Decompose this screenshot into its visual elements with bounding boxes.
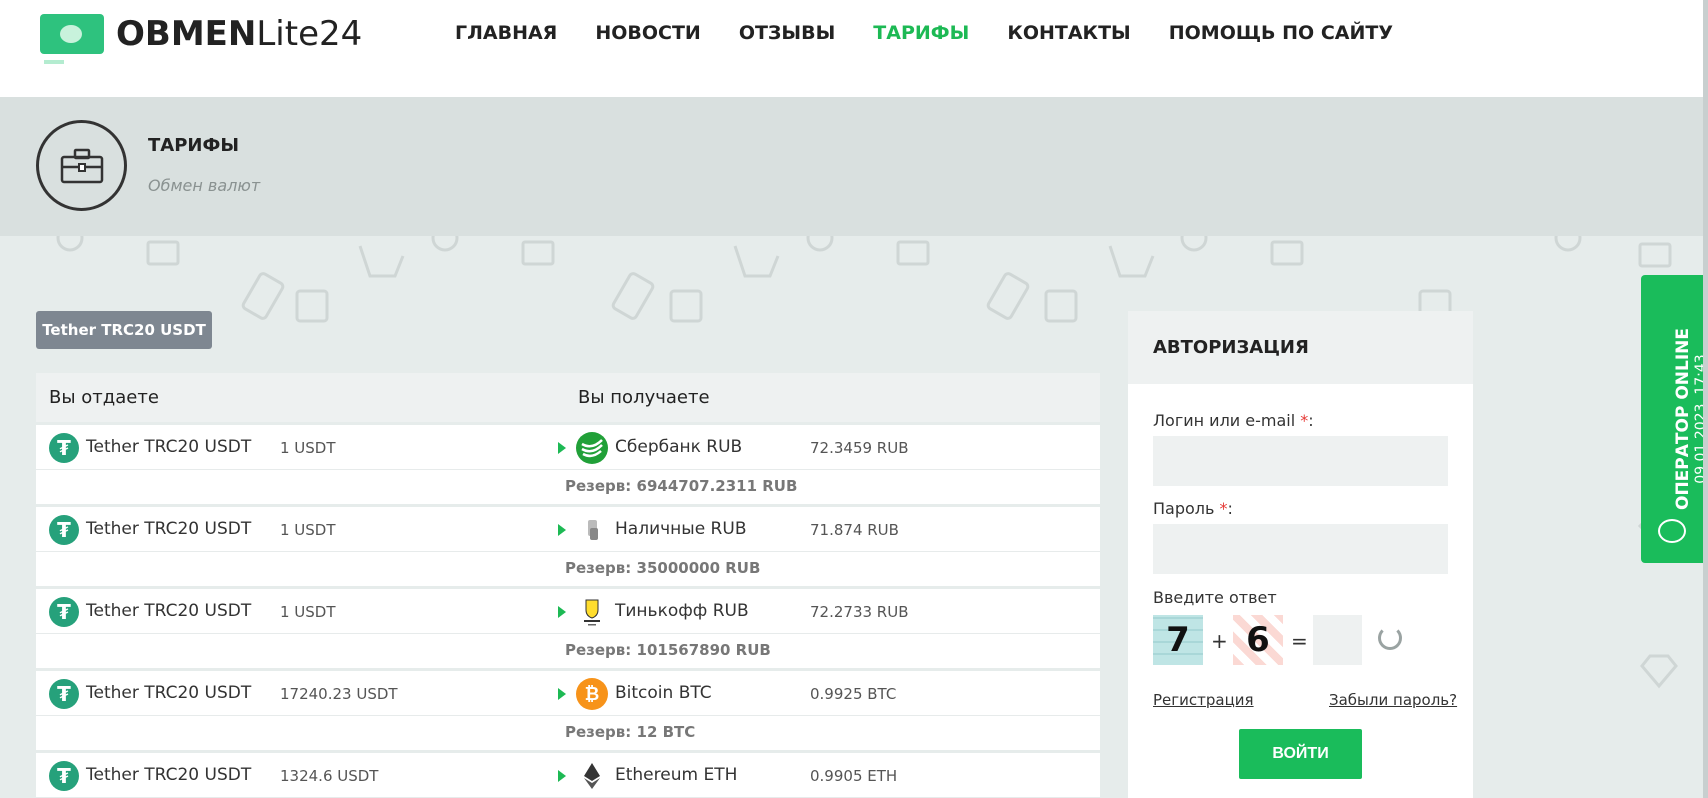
captcha-plus: +: [1211, 629, 1228, 653]
operator-online-tab[interactable]: ОПЕРАТОР ONLINE 09.01.2023, 17:43: [1641, 275, 1708, 563]
captcha-digit-b: 6: [1233, 615, 1283, 665]
auth-header: АВТОРИЗАЦИЯ: [1128, 311, 1473, 384]
login-field[interactable]: [1153, 436, 1448, 486]
table-row[interactable]: ₮ Tether TRC20 USDT 1 USDT Наличные RUB …: [36, 507, 1100, 586]
to-currency: Наличные RUB: [615, 519, 747, 539]
captcha-label: Введите ответ: [1153, 588, 1277, 607]
nav-help[interactable]: ПОМОЩЬ ПО САЙТУ: [1169, 22, 1393, 44]
to-amount: 71.874 RUB: [810, 521, 899, 539]
from-amount: 1324.6 USDT: [280, 767, 379, 785]
col-give-header: Вы отдаете: [49, 387, 159, 408]
operator-label: ОПЕРАТОР ONLINE: [1673, 327, 1693, 511]
table-row[interactable]: ₮ Tether TRC20 USDT 17240.23 USDT ₿ Bitc…: [36, 671, 1100, 750]
arrow-right-icon: [558, 524, 566, 536]
login-label: Логин или e-mail *:: [1153, 411, 1314, 430]
password-label: Пароль *:: [1153, 499, 1233, 518]
table-row[interactable]: ₮ Tether TRC20 USDT 1324.6 USDT Ethereum…: [36, 753, 1100, 798]
from-currency: Tether TRC20 USDT: [86, 683, 252, 703]
to-currency: Ethereum ETH: [615, 765, 738, 785]
main-nav: ГЛАВНАЯ НОВОСТИ ОТЗЫВЫ ТАРИФЫ КОНТАКТЫ П…: [455, 22, 1393, 44]
table-header: Вы отдаете Вы получаете: [36, 373, 1100, 422]
to-currency: Bitcoin BTC: [615, 683, 712, 703]
auth-panel: АВТОРИЗАЦИЯ Логин или e-mail *: Пароль *…: [1128, 311, 1473, 798]
to-currency: Сбербанк RUB: [615, 437, 743, 457]
logo-icon: [40, 14, 104, 64]
arrow-right-icon: [558, 606, 566, 618]
logo[interactable]: OBMENLite24: [40, 14, 363, 64]
to-amount: 72.3459 RUB: [810, 439, 909, 457]
row-main: ₮ Tether TRC20 USDT 1 USDT Сбербанк RUB …: [36, 425, 1100, 470]
from-currency: Tether TRC20 USDT: [86, 437, 252, 457]
col-receive-header: Вы получаете: [578, 387, 710, 408]
row-main: ₮ Tether TRC20 USDT 1 USDT Тинькофф RUB …: [36, 589, 1100, 634]
from-amount: 1 USDT: [280, 521, 336, 539]
cash-icon: [576, 514, 608, 546]
sberbank-icon: [576, 432, 608, 464]
password-field[interactable]: [1153, 524, 1448, 574]
ethereum-icon: [576, 760, 608, 792]
reserve: Резерв: 12 BTC: [565, 723, 696, 741]
arrow-right-icon: [558, 442, 566, 454]
captcha-answer-input[interactable]: [1313, 615, 1362, 665]
nav-news[interactable]: НОВОСТИ: [595, 22, 701, 44]
table-row[interactable]: ₮ Tether TRC20 USDT 1 USDT Тинькофф RUB …: [36, 589, 1100, 668]
nav-contacts[interactable]: КОНТАКТЫ: [1007, 22, 1130, 44]
captcha-equals: =: [1291, 629, 1308, 653]
forgot-password-link[interactable]: Забыли пароль?: [1329, 691, 1457, 709]
bitcoin-icon: ₿: [576, 678, 608, 710]
nav-home[interactable]: ГЛАВНАЯ: [455, 22, 557, 44]
nav-reviews[interactable]: ОТЗЫВЫ: [739, 22, 835, 44]
to-currency: Тинькофф RUB: [615, 601, 749, 621]
briefcase-icon: [36, 120, 127, 211]
from-amount: 17240.23 USDT: [280, 685, 398, 703]
from-currency: Tether TRC20 USDT: [86, 519, 252, 539]
currency-filter-tag[interactable]: Tether TRC20 USDT: [36, 311, 212, 349]
reserve: Резерв: 101567890 RUB: [565, 641, 771, 659]
site-header: OBMENLite24 ГЛАВНАЯ НОВОСТИ ОТЗЫВЫ ТАРИФ…: [0, 0, 1708, 97]
to-amount: 0.9925 BTC: [810, 685, 897, 703]
tariffs-table: Вы отдаете Вы получаете ₮ Tether TRC20 U…: [36, 373, 1100, 798]
captcha-digit-a: 7: [1153, 615, 1203, 665]
from-amount: 1 USDT: [280, 439, 336, 457]
tether-icon: ₮: [49, 679, 79, 709]
tinkoff-icon: [576, 596, 608, 628]
chat-bubble-icon: [1658, 519, 1686, 543]
from-amount: 1 USDT: [280, 603, 336, 621]
tether-icon: ₮: [49, 761, 79, 791]
arrow-right-icon: [558, 688, 566, 700]
page-title: ТАРИФЫ: [148, 135, 239, 156]
register-link[interactable]: Регистрация: [1153, 691, 1254, 709]
reserve: Резерв: 35000000 RUB: [565, 559, 761, 577]
page-scrollbar[interactable]: [1703, 0, 1708, 798]
page-subtitle: Обмен валют: [148, 176, 261, 195]
to-amount: 72.2733 RUB: [810, 603, 909, 621]
nav-tariffs[interactable]: ТАРИФЫ: [873, 22, 969, 44]
tether-icon: ₮: [49, 433, 79, 463]
auth-title: АВТОРИЗАЦИЯ: [1153, 337, 1309, 358]
row-main: ₮ Tether TRC20 USDT 1324.6 USDT Ethereum…: [36, 753, 1100, 798]
to-amount: 0.9905 ETH: [810, 767, 898, 785]
from-currency: Tether TRC20 USDT: [86, 601, 252, 621]
login-button[interactable]: ВОЙТИ: [1239, 729, 1362, 779]
row-main: ₮ Tether TRC20 USDT 17240.23 USDT ₿ Bitc…: [36, 671, 1100, 716]
tether-icon: ₮: [49, 515, 79, 545]
from-currency: Tether TRC20 USDT: [86, 765, 252, 785]
refresh-captcha-icon[interactable]: [1378, 626, 1402, 650]
tether-icon: ₮: [49, 597, 79, 627]
arrow-right-icon: [558, 770, 566, 782]
reserve: Резерв: 6944707.2311 RUB: [565, 477, 798, 495]
row-main: ₮ Tether TRC20 USDT 1 USDT Наличные RUB …: [36, 507, 1100, 552]
table-row[interactable]: ₮ Tether TRC20 USDT 1 USDT Сбербанк RUB …: [36, 425, 1100, 504]
logo-text: OBMENLite24: [116, 14, 363, 54]
page-title-band: ТАРИФЫ Обмен валют: [0, 97, 1703, 236]
